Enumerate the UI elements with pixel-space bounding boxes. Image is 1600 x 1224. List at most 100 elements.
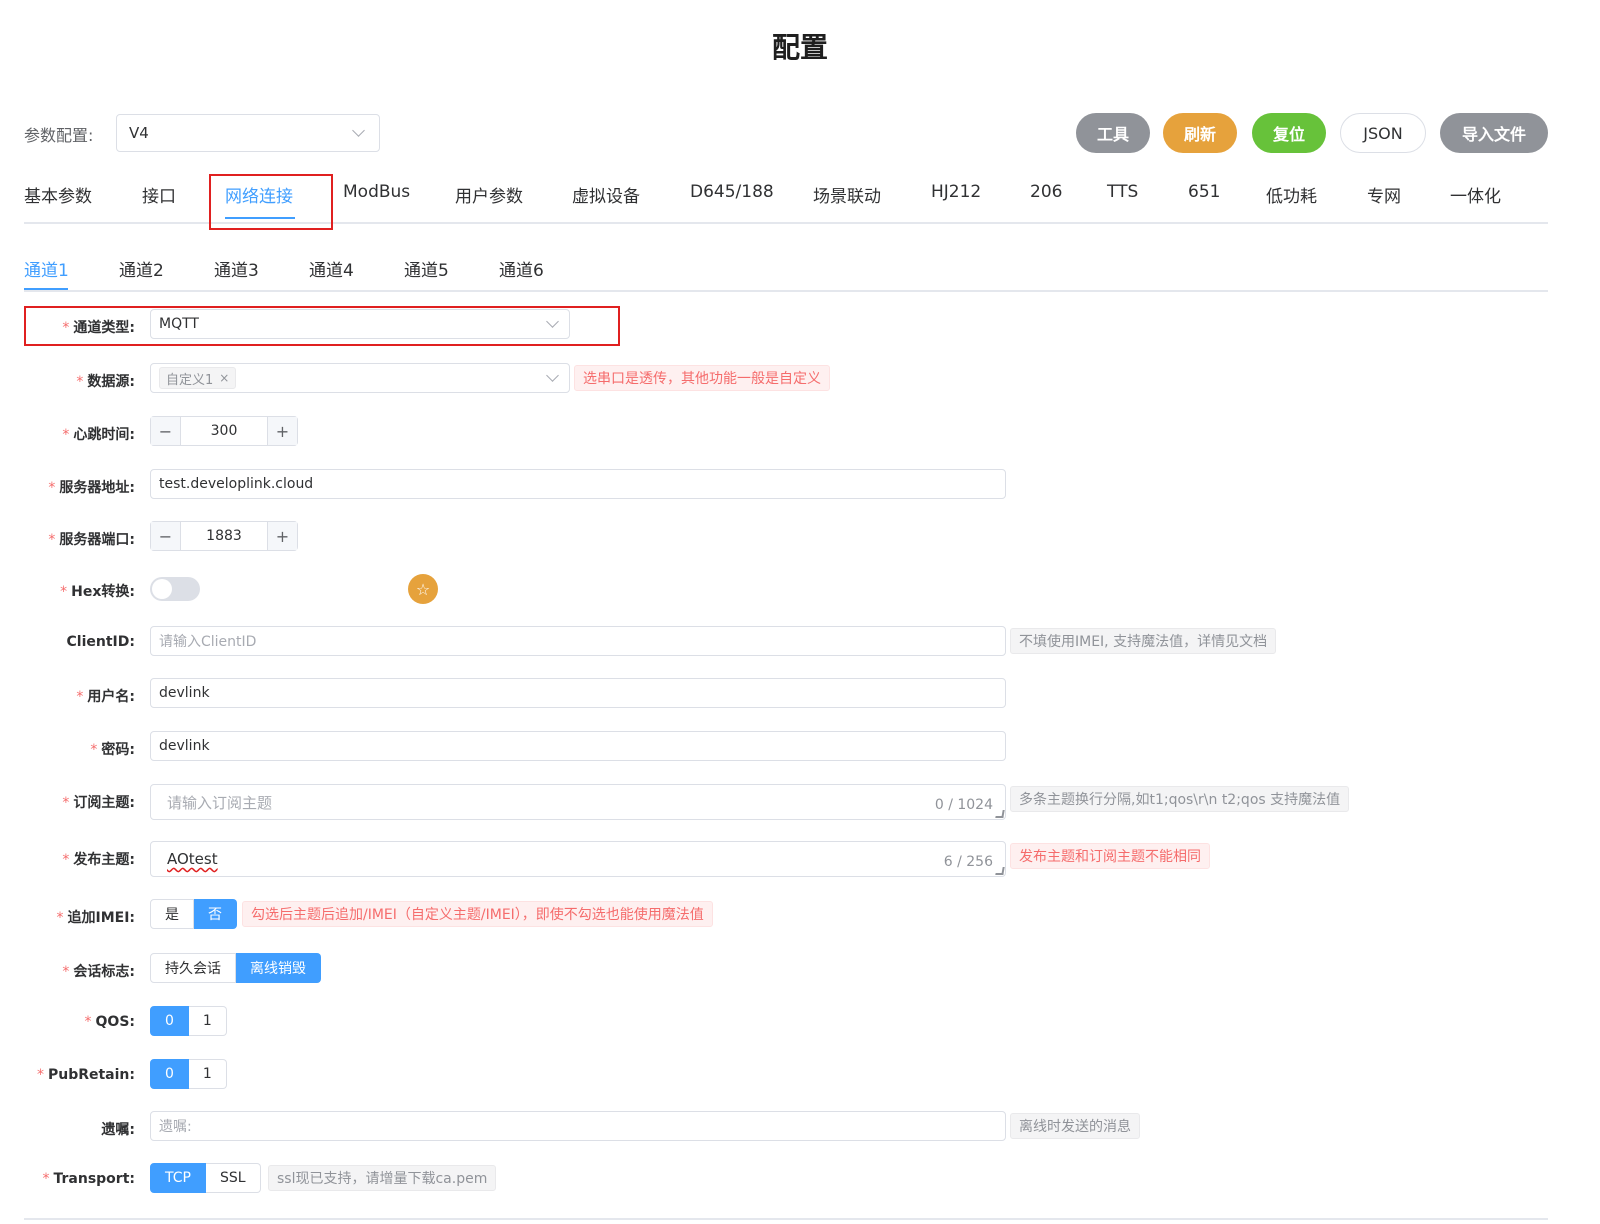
transport-hint: ssl现已支持，请增量下载ca.pem xyxy=(268,1165,497,1191)
tab-integrated[interactable]: 一体化 xyxy=(1450,182,1501,207)
data-source-label: * 数据源: xyxy=(76,374,135,390)
highlight-box-network-tab xyxy=(209,174,333,230)
bottom-divider xyxy=(24,1218,1548,1220)
option-tcp[interactable]: TCP xyxy=(150,1163,206,1193)
param-config-value: V4 xyxy=(129,124,149,142)
row-client-id: ClientID: 请输入ClientID 不填使用IMEI, 支持魔法值，详情… xyxy=(0,626,1600,660)
server-port-stepper: − 1883 + xyxy=(150,521,298,551)
switch-knob xyxy=(152,579,172,599)
hex-label: * Hex转换: xyxy=(60,584,135,600)
option-retain-1[interactable]: 1 xyxy=(188,1059,227,1089)
publish-topic-label: * 发布主题: xyxy=(62,852,135,868)
row-publish-topic: * 发布主题: AOtest 6 / 256 发布主题和订阅主题不能相同 xyxy=(0,841,1600,877)
row-data-source: * 数据源: 自定义1 × 选串口是透传，其他功能一般是自定义 xyxy=(0,363,1600,397)
option-qos-1[interactable]: 1 xyxy=(188,1006,227,1036)
tab-channel-1[interactable]: 通道1 xyxy=(24,256,69,281)
refresh-button[interactable]: 刷新 xyxy=(1163,113,1237,153)
append-imei-group: 是 否 xyxy=(150,899,237,929)
transport-label: * Transport: xyxy=(42,1171,136,1187)
reset-button[interactable]: 复位 xyxy=(1252,113,1326,153)
option-persistent[interactable]: 持久会话 xyxy=(150,953,236,983)
qos-group: 0 1 xyxy=(150,1006,227,1036)
pub-retain-group: 0 1 xyxy=(150,1059,227,1089)
publish-topic-hint: 发布主题和订阅主题不能相同 xyxy=(1010,843,1210,869)
subscribe-topic-hint: 多条主题换行分隔,如t1;qos\r\n t2;qos 支持魔法值 xyxy=(1010,786,1350,812)
hex-switch[interactable] xyxy=(150,577,200,601)
tab-virtual-device[interactable]: 虚拟设备 xyxy=(572,182,640,207)
decrement-button[interactable]: − xyxy=(151,522,181,550)
resize-handle-icon[interactable] xyxy=(995,867,1005,875)
highlight-box-channel-type xyxy=(24,306,620,346)
row-pub-retain: * PubRetain: 0 1 xyxy=(0,1059,1600,1093)
tab-basic-params[interactable]: 基本参数 xyxy=(24,182,92,207)
password-input[interactable]: devlink xyxy=(150,731,1006,761)
row-heartbeat: * 心跳时间: − 300 + xyxy=(0,416,1600,450)
param-config-label: 参数配置: xyxy=(24,126,94,145)
option-retain-0[interactable]: 0 xyxy=(150,1059,189,1089)
increment-button[interactable]: + xyxy=(267,522,297,550)
tab-channel-3[interactable]: 通道3 xyxy=(214,256,259,281)
row-append-imei: * 追加IMEI: 是 否 勾选后主题后追加/IMEI（自定义主题/IMEI），即… xyxy=(0,899,1600,933)
tools-button[interactable]: 工具 xyxy=(1076,113,1150,153)
tab-d645[interactable]: D645/188 xyxy=(690,182,774,202)
heartbeat-stepper: − 300 + xyxy=(150,416,298,446)
tab-private-network[interactable]: 专网 xyxy=(1367,182,1401,207)
tab-channel-6[interactable]: 通道6 xyxy=(499,256,544,281)
client-id-label: ClientID: xyxy=(66,634,135,650)
row-transport: * Transport: TCP SSL ssl现已支持，请增量下载ca.pem xyxy=(0,1163,1600,1197)
will-input[interactable]: 遗嘱: xyxy=(150,1111,1006,1141)
param-config-select[interactable]: V4 xyxy=(116,114,380,152)
resize-handle-icon[interactable] xyxy=(995,810,1005,818)
server-port-value[interactable]: 1883 xyxy=(181,522,267,550)
username-input[interactable]: devlink xyxy=(150,678,1006,708)
option-ssl[interactable]: SSL xyxy=(205,1163,261,1193)
session-group: 持久会话 离线销毁 xyxy=(150,953,321,983)
option-qos-0[interactable]: 0 xyxy=(150,1006,189,1036)
tab-channel-2[interactable]: 通道2 xyxy=(119,256,164,281)
star-icon[interactable]: ☆ xyxy=(408,574,438,604)
tab-low-power[interactable]: 低功耗 xyxy=(1266,182,1317,207)
client-id-input[interactable]: 请输入ClientID xyxy=(150,626,1006,656)
option-clean[interactable]: 离线销毁 xyxy=(236,953,321,983)
char-count: 6 / 256 xyxy=(943,854,993,870)
server-port-label: * 服务器端口: xyxy=(48,532,135,548)
tab-hj212[interactable]: HJ212 xyxy=(931,182,981,202)
close-icon[interactable]: × xyxy=(219,371,229,385)
tab-scene-linkage[interactable]: 场景联动 xyxy=(813,182,881,207)
row-password: * 密码: devlink xyxy=(0,731,1600,765)
server-address-input[interactable]: test.developlink.cloud xyxy=(150,469,1006,499)
tab-channel-5[interactable]: 通道5 xyxy=(404,256,449,281)
tab-interface[interactable]: 接口 xyxy=(142,182,176,207)
data-source-select[interactable]: 自定义1 × xyxy=(150,363,570,393)
chevron-down-icon xyxy=(546,369,559,382)
tab-206[interactable]: 206 xyxy=(1030,182,1062,202)
data-source-tag: 自定义1 × xyxy=(159,367,237,389)
channel-tabs: 通道1 通道2 通道3 通道4 通道5 通道6 xyxy=(24,244,1548,292)
option-yes[interactable]: 是 xyxy=(150,899,194,929)
heartbeat-value[interactable]: 300 xyxy=(181,417,267,445)
increment-button[interactable]: + xyxy=(267,417,297,445)
publish-topic-textarea[interactable]: AOtest 6 / 256 xyxy=(150,841,1006,877)
option-no[interactable]: 否 xyxy=(194,899,237,929)
row-server-port: * 服务器端口: − 1883 + xyxy=(0,521,1600,555)
tab-tts[interactable]: TTS xyxy=(1107,182,1138,202)
will-label: 遗嘱: xyxy=(101,1122,135,1138)
transport-group: TCP SSL xyxy=(150,1163,261,1193)
decrement-button[interactable]: − xyxy=(151,417,181,445)
tab-modbus[interactable]: ModBus xyxy=(343,182,410,202)
chevron-down-icon xyxy=(352,124,365,137)
session-label: * 会话标志: xyxy=(62,964,135,980)
import-file-button[interactable]: 导入文件 xyxy=(1440,113,1548,153)
client-id-hint: 不填使用IMEI, 支持魔法值，详情见文档 xyxy=(1010,628,1277,654)
password-label: * 密码: xyxy=(90,742,135,758)
char-count: 0 / 1024 xyxy=(934,797,993,813)
row-qos: * QOS: 0 1 xyxy=(0,1006,1600,1040)
row-subscribe-topic: * 订阅主题: 请输入订阅主题 0 / 1024 多条主题换行分隔,如t1;qos… xyxy=(0,784,1600,820)
tab-channel-4[interactable]: 通道4 xyxy=(309,256,354,281)
json-button[interactable]: JSON xyxy=(1340,113,1426,153)
tab-651[interactable]: 651 xyxy=(1188,182,1220,202)
tab-user-params[interactable]: 用户参数 xyxy=(455,182,523,207)
publish-topic-value: AOtest xyxy=(167,850,218,868)
pub-retain-label: * PubRetain: xyxy=(36,1067,135,1083)
subscribe-topic-textarea[interactable]: 请输入订阅主题 0 / 1024 xyxy=(150,784,1006,820)
